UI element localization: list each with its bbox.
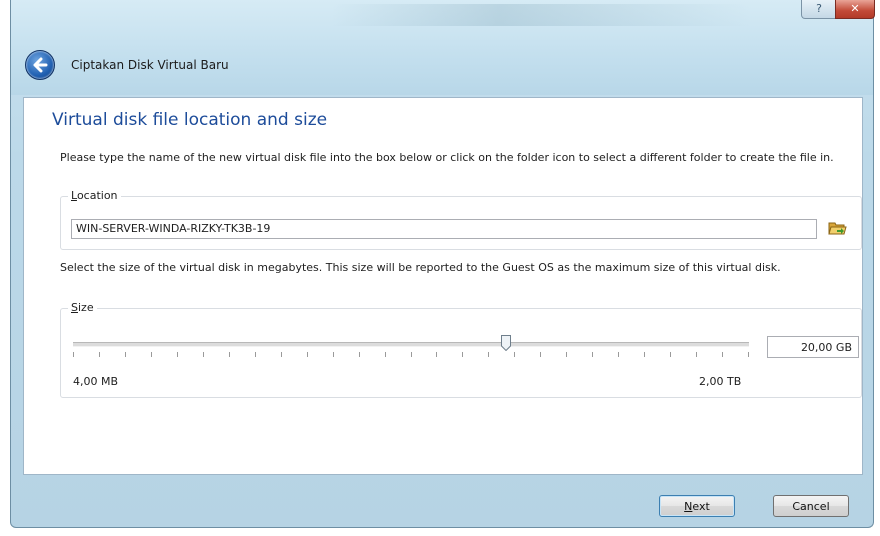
size-group-label: Size [68, 301, 97, 314]
location-description: Please type the name of the new virtual … [60, 151, 834, 164]
size-slider-ticks [73, 352, 749, 357]
size-value-input[interactable]: 20,00 GB [767, 336, 859, 358]
dialog-window: ? ✕ Ciptakan Disk Virtual Baru Virtual d… [10, 0, 875, 528]
background-window-ghost [331, 4, 751, 26]
cancel-button[interactable]: Cancel [773, 495, 849, 517]
size-description: Select the size of the virtual disk in m… [60, 261, 781, 274]
close-button[interactable]: ✕ [835, 0, 875, 19]
window-title: Ciptakan Disk Virtual Baru [71, 58, 229, 72]
location-group-label: Location [68, 189, 121, 202]
back-arrow-icon [33, 57, 48, 73]
size-slider-thumb[interactable] [500, 335, 511, 351]
size-slider-track[interactable] [73, 342, 749, 347]
size-group: Size 20,00 GB 4,00 MB 2,00 TB [60, 301, 862, 398]
folder-open-icon[interactable] [826, 217, 848, 239]
size-max-label: 2,00 TB [699, 375, 742, 388]
size-min-label: 4,00 MB [73, 375, 119, 388]
location-input[interactable]: WIN-SERVER-WINDA-RIZKY-TK3B-19 [71, 219, 817, 239]
wizard-page: Virtual disk file location and size Plea… [23, 97, 863, 475]
page-heading: Virtual disk file location and size [52, 110, 328, 130]
location-group: Location WIN-SERVER-WINDA-RIZKY-TK3B-19 [60, 189, 862, 250]
help-button[interactable]: ? [801, 0, 837, 19]
button-bar [11, 475, 873, 527]
next-button[interactable]: Next [659, 495, 735, 517]
back-button[interactable] [25, 50, 55, 80]
